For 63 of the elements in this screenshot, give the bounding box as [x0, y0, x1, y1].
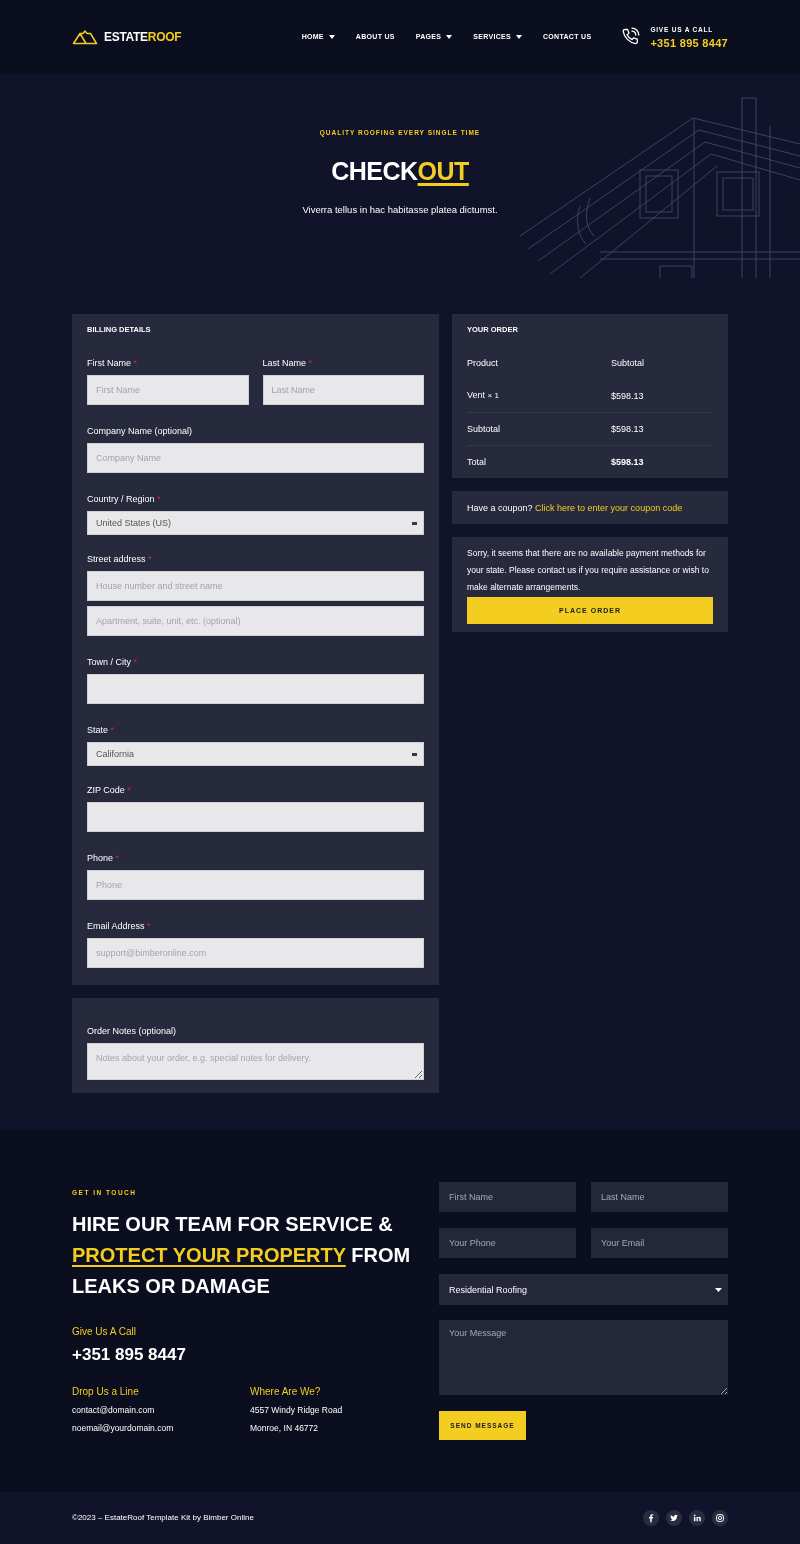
field-label: Town / City * — [87, 656, 139, 669]
field-label: Company Name (optional) — [87, 425, 194, 438]
input-field[interactable] — [87, 802, 424, 832]
input-field[interactable]: Your Email — [591, 1228, 728, 1258]
info-text: 4557 Windy Ridge Road — [250, 1404, 343, 1417]
field-label: ZIP Code * — [87, 784, 132, 797]
info-text: Monroe, IN 46772 — [250, 1422, 319, 1435]
field-label: Order Notes (optional) — [87, 1025, 178, 1038]
logo-wordmark[interactable]: ESTATEROOF — [104, 29, 182, 45]
phone-icon — [620, 27, 641, 47]
hero-subtitle: Viverra tellus in hac habitasse platea dictumst. — [302, 203, 498, 217]
copyright-text: ©2023 – EstateRoof Template Kit by Bimber Online — [72, 1512, 254, 1524]
phone-number[interactable]: +351 895 8447 — [650, 36, 728, 50]
field-label: Last Name * — [262, 357, 314, 370]
info-text: contact@domain.com — [72, 1404, 155, 1417]
coupon-text: Have a coupon? Click here to enter your coupon code — [467, 501, 683, 515]
input-field[interactable]: House number and street name — [87, 571, 424, 601]
info-title: Drop Us a Line — [72, 1385, 139, 1399]
input-field[interactable]: Apartment, suite, unit, etc. (optional) — [87, 606, 424, 636]
field-label: First Name * — [87, 357, 139, 370]
facebook-icon[interactable] — [643, 1510, 659, 1526]
dash-icon — [412, 521, 417, 525]
table-cell-text: $598.13 — [611, 456, 644, 469]
table-cell-text: $598.13 — [611, 423, 644, 436]
field-label: Country / Region * — [87, 493, 162, 506]
table-cell-text: Total — [467, 456, 486, 469]
textarea-field[interactable]: Notes about your order, e.g. special notes for delivery. — [87, 1043, 424, 1080]
info-text: noemail@yourdomain.com — [72, 1422, 174, 1435]
select-field[interactable]: California — [87, 742, 424, 766]
textarea-field[interactable]: Your Message — [439, 1320, 728, 1395]
page-title: CHECKOUT — [331, 156, 469, 187]
input-field[interactable] — [87, 674, 424, 704]
column-header: Subtotal — [611, 356, 645, 370]
select-field[interactable]: Residential Roofing — [439, 1274, 728, 1305]
input-field[interactable]: First Name — [439, 1182, 576, 1212]
field-label: State * — [87, 724, 116, 737]
table-cell-text: $598.13 — [611, 389, 644, 403]
dash-icon — [412, 752, 417, 756]
field-label: Street address * — [87, 553, 153, 566]
select-field[interactable]: United States (US) — [87, 511, 424, 535]
instagram-icon[interactable] — [712, 1510, 728, 1526]
linkedin-icon[interactable] — [689, 1510, 705, 1526]
input-field[interactable]: First Name — [87, 375, 249, 405]
info-title: Where Are We? — [250, 1385, 321, 1399]
input-field[interactable]: Last Name — [591, 1182, 728, 1212]
input-field[interactable]: Phone — [87, 870, 424, 900]
input-field[interactable]: Company Name — [87, 443, 424, 473]
field-label: Email Address * — [87, 920, 152, 933]
phone-number: +351 895 8447 — [72, 1344, 187, 1366]
twitter-icon[interactable] — [666, 1510, 682, 1526]
table-cell-text: Vent × 1 — [467, 389, 499, 402]
call-label: Give Us A Call — [72, 1325, 137, 1339]
caret-icon — [715, 1287, 722, 1292]
contact-heading: HIRE OUR TEAM FOR SERVICE & PROTECT YOUR PROPERTY FROM LEAKS OR DAMAGE — [72, 1212, 412, 1299]
table-cell-text: Subtotal — [467, 423, 501, 436]
input-field[interactable]: Last Name — [262, 375, 424, 405]
payment-notice: Sorry, it seems that there are no available payment methods for your state. Please contact us if you require assistance or wish to make alternate arrangements. — [467, 547, 710, 594]
column-header: Product — [467, 356, 499, 370]
input-field[interactable]: support@bimberonline.com — [87, 938, 424, 968]
field-label: Phone * — [87, 852, 121, 865]
coupon-link[interactable]: Click here to enter your coupon code — [535, 502, 683, 513]
input-field[interactable]: Your Phone — [439, 1228, 576, 1258]
roof-icon — [72, 29, 98, 45]
